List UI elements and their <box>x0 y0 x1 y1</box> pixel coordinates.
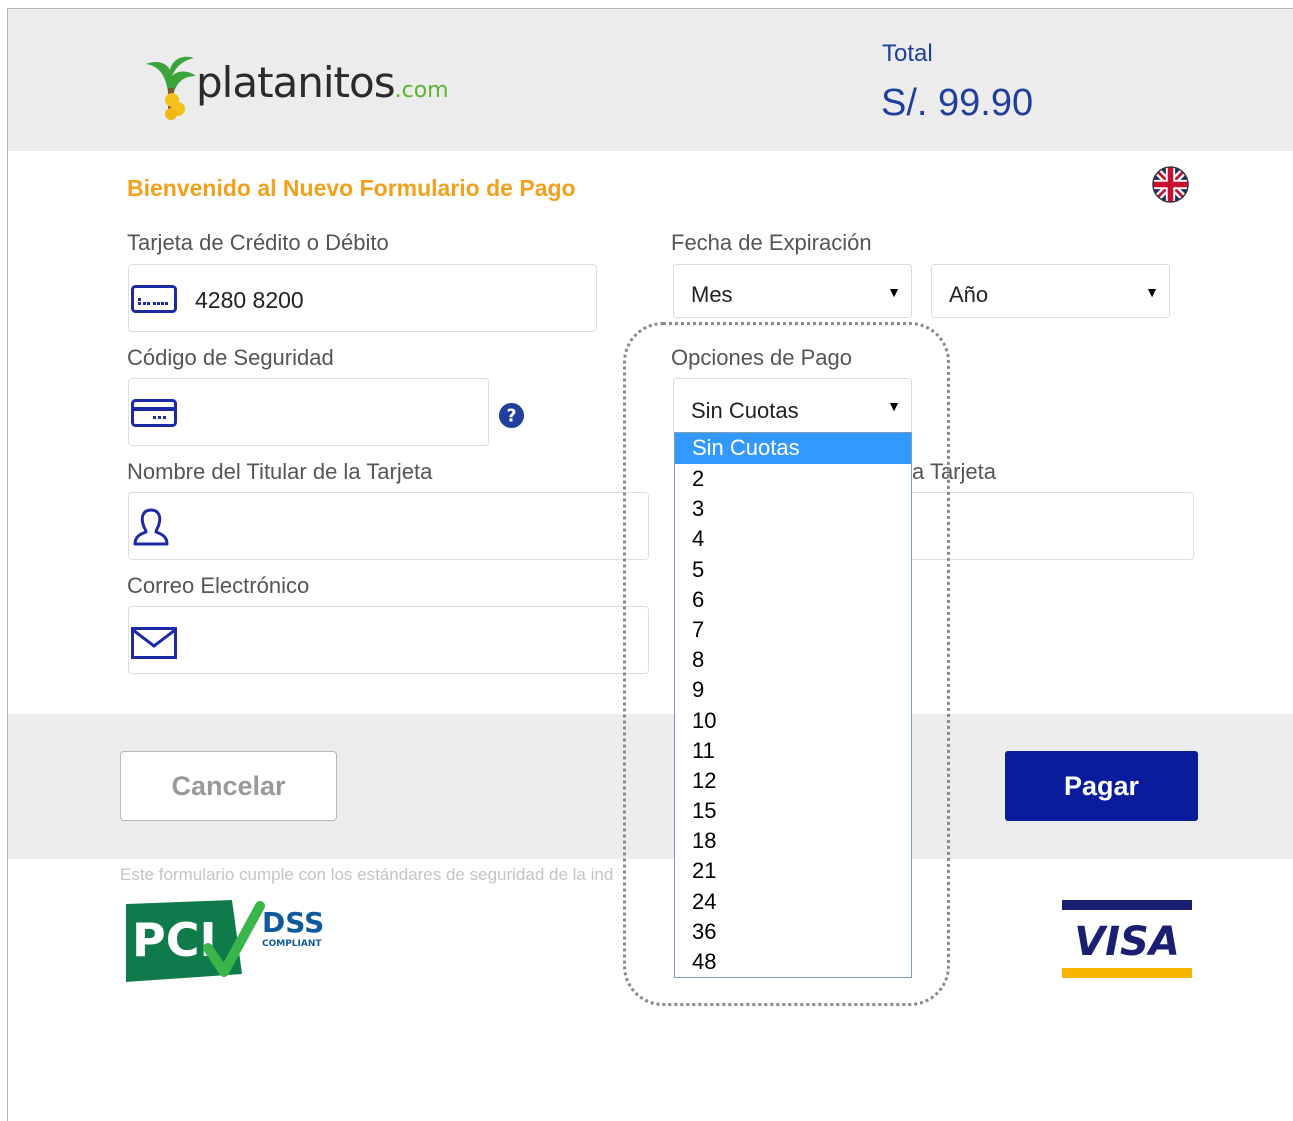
security-code-field[interactable] <box>128 378 489 446</box>
dropdown-option[interactable]: 21 <box>675 856 911 886</box>
card-icon <box>131 285 177 313</box>
user-icon <box>133 508 169 546</box>
dropdown-arrow-icon: ▼ <box>887 398 901 414</box>
expiry-year-value: Año <box>949 282 989 307</box>
svg-text:?: ? <box>506 406 516 426</box>
dropdown-option[interactable]: 36 <box>675 917 911 947</box>
dropdown-option[interactable]: 24 <box>675 887 911 917</box>
help-icon[interactable]: ? <box>498 402 525 429</box>
dropdown-option[interactable]: 48 <box>675 947 911 977</box>
document-field[interactable] <box>912 492 1194 560</box>
dropdown-option[interactable]: 9 <box>675 675 911 705</box>
dropdown-option[interactable]: 3 <box>675 494 911 524</box>
compliant-text: COMPLIANT <box>262 939 322 949</box>
dropdown-arrow-icon: ▼ <box>887 284 901 300</box>
dropdown-option[interactable]: 10 <box>675 706 911 736</box>
cardholder-name-label: Nombre del Titular de la Tarjeta <box>127 459 433 484</box>
dropdown-option[interactable]: 6 <box>675 585 911 615</box>
expiry-label: Fecha de Expiración <box>671 230 872 255</box>
dropdown-option[interactable]: 15 <box>675 796 911 826</box>
expiry-month-select[interactable]: Mes ▼ <box>673 264 912 318</box>
pci-text: PCI <box>132 913 217 967</box>
dropdown-option[interactable]: 7 <box>675 615 911 645</box>
payment-options-label: Opciones de Pago <box>671 345 853 370</box>
email-field[interactable] <box>128 606 649 674</box>
dropdown-option[interactable]: 8 <box>675 645 911 675</box>
payment-options-value: Sin Cuotas <box>691 398 799 423</box>
visa-logo: VISA <box>1062 900 1192 978</box>
security-card-icon <box>131 399 177 427</box>
cancel-button[interactable]: Cancelar <box>120 751 337 821</box>
dropdown-option[interactable]: Sin Cuotas <box>675 433 911 464</box>
cardholder-name-field[interactable] <box>128 492 649 560</box>
dss-text: DSS <box>262 906 324 939</box>
dropdown-option[interactable]: 4 <box>675 524 911 554</box>
logo-wordmark: platanitos.com <box>196 58 449 107</box>
email-label: Correo Electrónico <box>127 573 310 598</box>
uk-flag-icon[interactable] <box>1152 166 1189 203</box>
card-number-value: 4280 8200 <box>195 287 304 313</box>
dropdown-option[interactable]: 2 <box>675 464 911 494</box>
dropdown-arrow-icon: ▼ <box>1145 284 1159 300</box>
mail-icon <box>131 627 177 659</box>
total-amount: S/. 99.90 <box>881 82 1034 124</box>
pay-button[interactable]: Pagar <box>1005 751 1198 821</box>
dropdown-option[interactable]: 18 <box>675 826 911 856</box>
dropdown-option[interactable]: 5 <box>675 555 911 585</box>
card-number-label: Tarjeta de Crédito o Débito <box>127 230 389 255</box>
payment-options-select[interactable]: Sin Cuotas ▼ <box>673 378 912 434</box>
dropdown-option[interactable]: 12 <box>675 766 911 796</box>
security-code-label: Código de Seguridad <box>127 345 334 370</box>
pci-dss-logo: PCI DSS COMPLIANT <box>126 900 324 982</box>
palm-tree-icon <box>146 56 196 120</box>
card-number-field[interactable]: 4280 8200 <box>128 264 597 332</box>
expiry-year-select[interactable]: Año ▼ <box>931 264 1170 318</box>
total-label: Total <box>882 40 933 67</box>
welcome-title: Bienvenido al Nuevo Formulario de Pago <box>127 175 576 201</box>
compliance-text: Este formulario cumple con los estándare… <box>120 865 614 884</box>
dropdown-option[interactable]: 11 <box>675 736 911 766</box>
expiry-month-value: Mes <box>691 282 733 307</box>
payment-options-dropdown-list[interactable]: Sin Cuotas 2 3 4 5 6 7 8 9 10 11 12 15 18 21 24 36 48 <box>674 432 912 978</box>
visa-text: VISA <box>1074 919 1180 965</box>
document-label-partial: a Tarjeta <box>912 459 996 484</box>
